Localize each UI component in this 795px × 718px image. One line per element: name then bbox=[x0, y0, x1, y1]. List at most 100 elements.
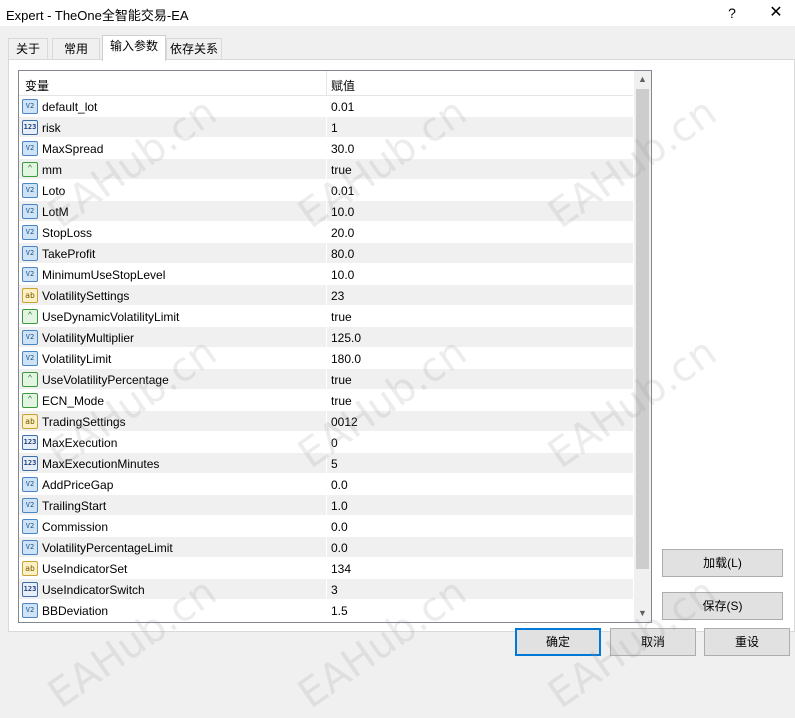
integer-type-icon: 123 bbox=[22, 120, 38, 135]
double-type-icon: V2 bbox=[22, 183, 38, 198]
table-row[interactable]: V2 BBDeviation 1.5 bbox=[19, 600, 633, 621]
column-header-value[interactable]: 赋值 bbox=[331, 77, 355, 94]
table-row[interactable]: V2 VolatilityPercentageLimit 0.0 bbox=[19, 537, 633, 558]
cell-divider bbox=[326, 306, 327, 327]
parameter-value[interactable]: true bbox=[331, 163, 352, 177]
save-button[interactable]: 保存(S) bbox=[662, 592, 783, 620]
double-type-icon: V2 bbox=[22, 540, 38, 555]
help-button[interactable]: ? bbox=[720, 2, 744, 24]
double-type-icon: V2 bbox=[22, 225, 38, 240]
table-row[interactable]: 123 UseIndicatorSwitch 3 bbox=[19, 579, 633, 600]
cell-divider bbox=[326, 558, 327, 579]
table-row[interactable]: V2 AddPriceGap 0.0 bbox=[19, 474, 633, 495]
table-row[interactable]: V2 Commission 0.0 bbox=[19, 516, 633, 537]
parameter-value[interactable]: 0 bbox=[331, 436, 338, 450]
reset-button[interactable]: 重设 bbox=[704, 628, 790, 656]
table-row[interactable]: V2 LotM 10.0 bbox=[19, 201, 633, 222]
parameter-name: MinimumUseStopLevel bbox=[42, 268, 166, 282]
parameter-value[interactable]: 0.0 bbox=[331, 541, 348, 555]
table-row[interactable]: V2 MaxSpread 30.0 bbox=[19, 138, 633, 159]
table-row[interactable]: V2 default_lot 0.01 bbox=[19, 96, 633, 117]
double-type-icon: V2 bbox=[22, 99, 38, 114]
parameter-value[interactable]: 80.0 bbox=[331, 247, 354, 261]
parameter-value[interactable]: 134 bbox=[331, 562, 351, 576]
parameter-name: VolatilityLimit bbox=[42, 352, 112, 366]
parameter-value[interactable]: 1.0 bbox=[331, 499, 348, 513]
cancel-button[interactable]: 取消 bbox=[610, 628, 696, 656]
parameter-value[interactable]: true bbox=[331, 310, 352, 324]
parameter-name: TrailingStart bbox=[42, 499, 107, 513]
scroll-down-arrow-icon[interactable]: ▼ bbox=[634, 605, 651, 622]
cell-divider bbox=[326, 285, 327, 306]
ok-button[interactable]: 确定 bbox=[515, 628, 601, 656]
table-row[interactable]: ab VolatilitySettings 23 bbox=[19, 285, 633, 306]
cell-divider bbox=[326, 201, 327, 222]
cell-divider bbox=[326, 579, 327, 600]
cell-divider bbox=[326, 96, 327, 117]
parameter-name: TakeProfit bbox=[42, 247, 96, 261]
tab-common[interactable]: 常用 bbox=[52, 38, 100, 60]
table-row[interactable]: ⌃ mm true bbox=[19, 159, 633, 180]
tab-dependencies[interactable]: 依存关系 bbox=[166, 38, 222, 60]
parameter-value[interactable]: true bbox=[331, 394, 352, 408]
tab-about[interactable]: 关于 bbox=[8, 38, 48, 60]
parameter-value[interactable]: 0.0 bbox=[331, 478, 348, 492]
parameter-value[interactable]: 5 bbox=[331, 457, 338, 471]
parameter-value[interactable]: true bbox=[331, 373, 352, 387]
table-row[interactable]: ab UseIndicatorSet 134 bbox=[19, 558, 633, 579]
parameter-value[interactable]: 20.0 bbox=[331, 226, 354, 240]
parameter-name: BBDeviation bbox=[42, 604, 109, 618]
parameter-value[interactable]: 10.0 bbox=[331, 268, 354, 282]
table-row[interactable]: V2 TakeProfit 80.0 bbox=[19, 243, 633, 264]
cell-divider bbox=[326, 411, 327, 432]
parameter-value[interactable]: 0.01 bbox=[331, 100, 354, 114]
table-row[interactable]: ab TradingSettings 0012 bbox=[19, 411, 633, 432]
parameter-name: StopLoss bbox=[42, 226, 93, 240]
load-button[interactable]: 加载(L) bbox=[662, 549, 783, 577]
parameter-value[interactable]: 180.0 bbox=[331, 352, 361, 366]
table-row[interactable]: 123 risk 1 bbox=[19, 117, 633, 138]
close-button[interactable]: ✕ bbox=[764, 2, 788, 24]
column-divider[interactable] bbox=[326, 71, 327, 96]
double-type-icon: V2 bbox=[22, 603, 38, 618]
parameter-value[interactable]: 0.01 bbox=[331, 184, 354, 198]
cell-divider bbox=[326, 432, 327, 453]
grid-rows: V2 default_lot 0.01 123 risk 1 V2 MaxSpread 30.0… bbox=[19, 96, 633, 621]
parameter-value[interactable]: 23 bbox=[331, 289, 344, 303]
double-type-icon: V2 bbox=[22, 498, 38, 513]
table-row[interactable]: ⌃ ECN_Mode true bbox=[19, 390, 633, 411]
parameter-name: mm bbox=[42, 163, 62, 177]
table-row[interactable]: V2 TrailingStart 1.0 bbox=[19, 495, 633, 516]
parameter-value[interactable]: 10.0 bbox=[331, 205, 354, 219]
table-row[interactable]: V2 MinimumUseStopLevel 10.0 bbox=[19, 264, 633, 285]
string-type-icon: ab bbox=[22, 561, 38, 576]
table-row[interactable]: 123 MaxExecution 0 bbox=[19, 432, 633, 453]
parameter-value[interactable]: 3 bbox=[331, 583, 338, 597]
boolean-type-icon: ⌃ bbox=[22, 309, 38, 324]
parameter-value[interactable]: 30.0 bbox=[331, 142, 354, 156]
column-header-variable[interactable]: 变量 bbox=[25, 77, 49, 94]
parameter-value[interactable]: 125.0 bbox=[331, 331, 361, 345]
cell-divider bbox=[326, 222, 327, 243]
vertical-scrollbar[interactable]: ▲ ▼ bbox=[634, 71, 651, 622]
table-row[interactable]: ⌃ UseDynamicVolatilityLimit true bbox=[19, 306, 633, 327]
table-row[interactable]: V2 Loto 0.01 bbox=[19, 180, 633, 201]
table-row[interactable]: ⌃ UseVolatilityPercentage true bbox=[19, 369, 633, 390]
table-row[interactable]: V2 VolatilityMultiplier 125.0 bbox=[19, 327, 633, 348]
cell-divider bbox=[326, 474, 327, 495]
table-row[interactable]: 123 MaxExecutionMinutes 5 bbox=[19, 453, 633, 474]
parameter-value[interactable]: 1.5 bbox=[331, 604, 348, 618]
integer-type-icon: 123 bbox=[22, 435, 38, 450]
cell-divider bbox=[326, 180, 327, 201]
table-row[interactable]: V2 VolatilityLimit 180.0 bbox=[19, 348, 633, 369]
cell-divider bbox=[326, 264, 327, 285]
parameter-value[interactable]: 0.0 bbox=[331, 520, 348, 534]
parameter-name: ECN_Mode bbox=[42, 394, 105, 408]
cell-divider bbox=[326, 243, 327, 264]
scroll-thumb[interactable] bbox=[636, 89, 649, 569]
parameter-value[interactable]: 0012 bbox=[331, 415, 358, 429]
table-row[interactable]: V2 StopLoss 20.0 bbox=[19, 222, 633, 243]
tab-inputs[interactable]: 输入参数 bbox=[102, 35, 166, 61]
scroll-up-arrow-icon[interactable]: ▲ bbox=[634, 71, 651, 88]
parameter-value[interactable]: 1 bbox=[331, 121, 338, 135]
